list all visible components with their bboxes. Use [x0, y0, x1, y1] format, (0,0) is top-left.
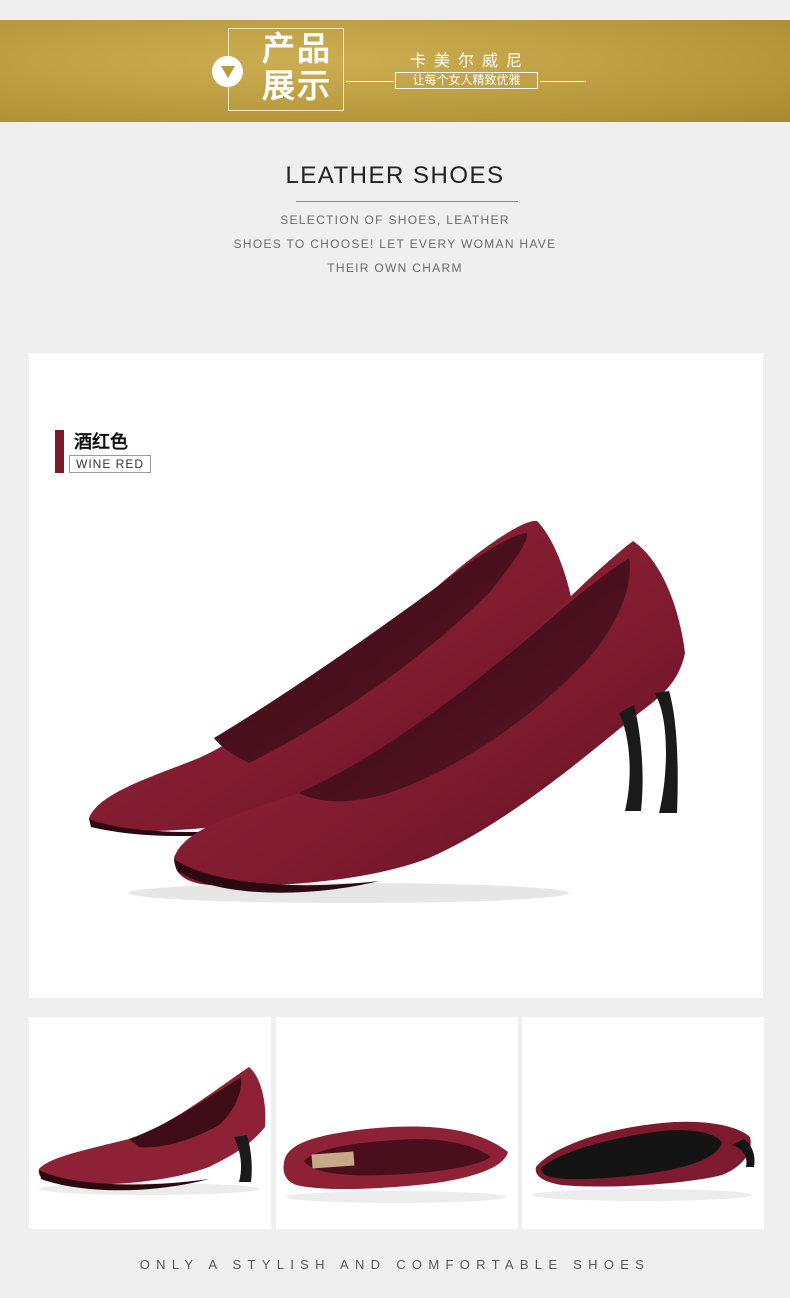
sole-view-image	[532, 1121, 755, 1201]
intro-line-1: SELECTION OF SHOES, LEATHER	[280, 213, 510, 227]
section-heading: LEATHER SHOES	[285, 162, 505, 189]
footer-tagline: ONLY A STYLISH AND COMFORTABLE SHOES	[139, 1257, 651, 1272]
brand-slogan: 让每个女人精致优雅	[395, 72, 538, 89]
product-main-card: 酒红色 WINE RED	[29, 353, 763, 998]
color-name-cn: 酒红色	[74, 432, 128, 452]
top-view-image	[283, 1126, 508, 1203]
color-swatch-bar	[55, 430, 64, 473]
header-banner: 产品 展示 卡美尔威尼 让每个女人精致优雅	[0, 20, 790, 122]
product-main-image	[89, 520, 685, 903]
banner-title-line1: 产品	[262, 29, 332, 68]
play-down-icon	[212, 56, 243, 87]
intro-line-3: THEIR OWN CHARM	[327, 261, 463, 275]
thumbnail-sole-view	[522, 1017, 764, 1229]
banner-title: 产品 展示	[262, 30, 342, 104]
intro-line-2: SHOES TO CHOOSE! LET EVERY WOMAN HAVE	[233, 237, 557, 251]
heading-divider	[296, 201, 518, 202]
banner-title-line2: 展示	[262, 66, 332, 105]
color-name-en: WINE RED	[69, 455, 151, 473]
banner-divider-right	[540, 81, 586, 82]
thumbnail-top-view	[276, 1017, 518, 1229]
banner-divider-left	[346, 81, 394, 82]
brand-name: 卡美尔威尼	[409, 53, 530, 70]
side-view-image	[38, 1067, 266, 1195]
thumbnail-side-view	[29, 1017, 271, 1229]
